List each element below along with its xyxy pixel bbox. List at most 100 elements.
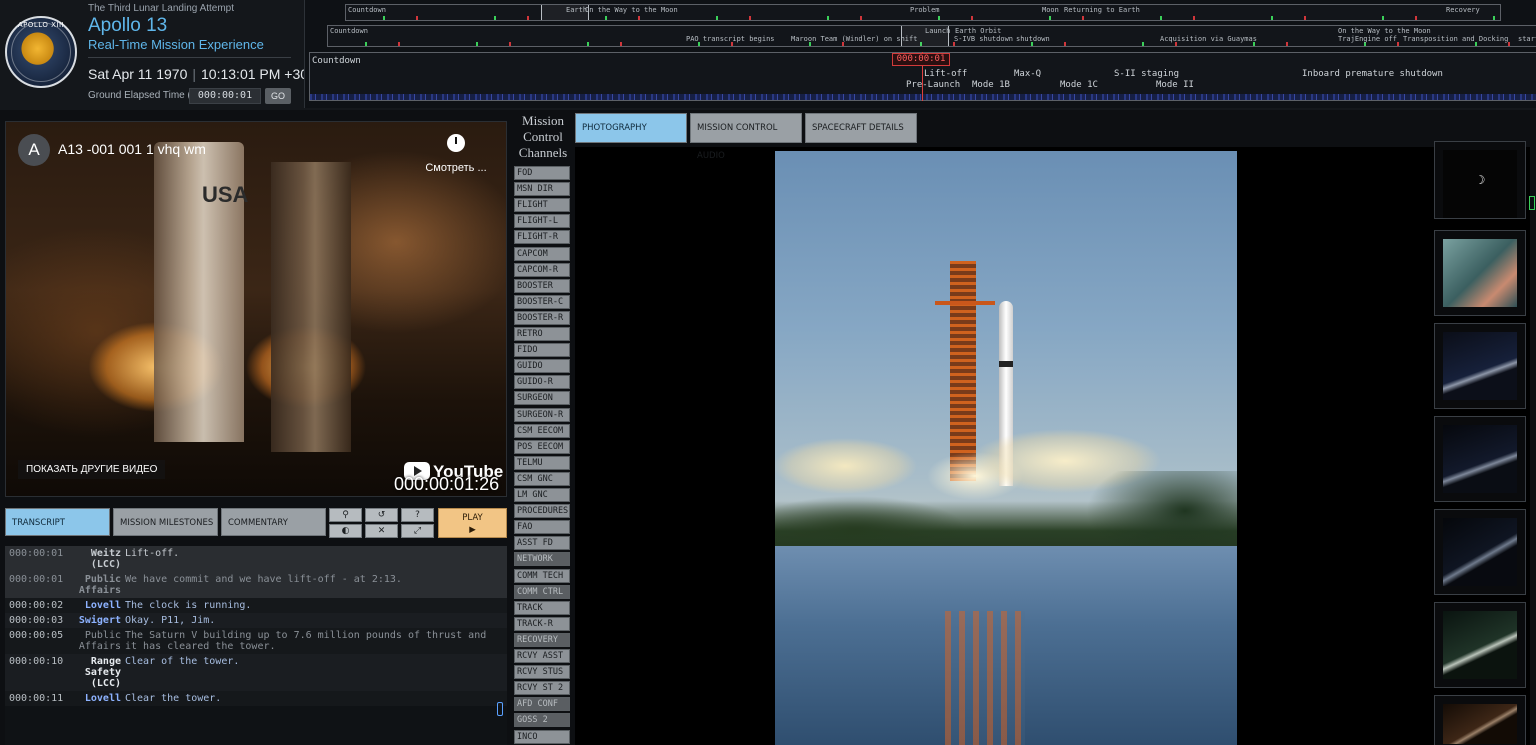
transcript-row[interactable]: 000:00:10 Range Safety (LCC) Clear of th… <box>5 654 507 691</box>
channel-button[interactable]: TRACK-R <box>514 616 570 631</box>
event-label[interactable]: On the Way to the Moon <box>1338 27 1431 35</box>
channel-button[interactable]: AFD CONF <box>514 697 570 712</box>
more-videos-button[interactable]: ПОКАЗАТЬ ДРУГИЕ ВИДЕО <box>18 460 166 479</box>
channel-button[interactable]: RECOVERY <box>514 632 570 647</box>
phase-label[interactable]: Countdown <box>348 6 386 14</box>
fullscreen-icon[interactable]: ⤢ <box>401 524 434 538</box>
photo-thumbnail[interactable] <box>1434 416 1526 502</box>
channel-button[interactable]: RCVY STUS <box>514 665 570 680</box>
phase-label[interactable]: Recovery <box>1446 6 1480 14</box>
transcript-row[interactable]: 000:00:02 Lovell The clock is running. <box>5 598 507 613</box>
tab-commentary[interactable]: COMMENTARY <box>221 508 326 536</box>
channel-button[interactable]: GUIDO-R <box>514 375 570 390</box>
watch-later-button[interactable]: Смотреть ... <box>421 134 491 175</box>
timeline-phases[interactable]: Countdown Earth On the Way to the Moon P… <box>345 4 1501 21</box>
zoom-label[interactable]: S-II staging <box>1114 69 1179 79</box>
transcript-scroll-indicator[interactable] <box>497 702 503 716</box>
channel-button[interactable]: PROCEDURES <box>514 504 570 519</box>
phase-label[interactable]: Problem <box>910 6 940 14</box>
channel-button[interactable]: FOD <box>514 166 570 180</box>
channel-button[interactable]: COMM TECH <box>514 568 570 583</box>
zoom-label[interactable]: Lift-off <box>924 69 967 79</box>
channel-button[interactable]: FAO <box>514 520 570 535</box>
channel-button[interactable]: CAPCOM <box>514 246 570 261</box>
channel-button[interactable]: BOOSTER <box>514 278 570 293</box>
channel-button[interactable]: RCVY ST 2 <box>514 681 570 696</box>
channel-avatar[interactable]: A <box>18 134 50 166</box>
phase-label[interactable]: Earth <box>566 6 587 14</box>
transcript-row[interactable]: 000:00:11 Lovell Clear the tower. <box>5 691 507 706</box>
timeline-events[interactable]: Countdown PAO transcript begins Maroon T… <box>327 25 1536 47</box>
mute-icon[interactable]: ✕ <box>365 524 398 538</box>
photo-thumbnail[interactable] <box>1434 509 1526 595</box>
transcript-list[interactable]: 000:00:01 Weitz (LCC) Lift-off. 000:00:0… <box>5 546 507 745</box>
zoom-label[interactable]: Mode 1C <box>1060 80 1098 90</box>
tab-photography[interactable]: PHOTOGRAPHY <box>575 113 687 143</box>
video-title[interactable]: A13 -001 001 1 vhq wm <box>58 141 206 157</box>
channel-button[interactable]: COMM CTRL <box>514 584 570 599</box>
channel-button[interactable]: RCVY ASST <box>514 649 570 663</box>
transcript-row[interactable]: 000:00:03 Swigert Okay. P11, Jim. <box>5 613 507 628</box>
transcript-row[interactable]: 000:00:05 Public Affairs The Saturn V bu… <box>5 628 507 654</box>
event-label[interactable]: S-IVB shutdown <box>954 35 1013 43</box>
channel-button[interactable]: FLIGHT-R <box>514 230 570 245</box>
channel-button[interactable]: FIDO <box>514 343 570 358</box>
search-icon[interactable]: ⚲ <box>329 508 362 522</box>
channel-button[interactable]: FLIGHT-L <box>514 214 570 229</box>
photo-thumbnail[interactable] <box>1434 602 1526 688</box>
channel-button[interactable]: RETRO <box>514 327 570 341</box>
phase-label[interactable]: Moon <box>1042 6 1059 14</box>
channel-button[interactable]: GOSS 2 <box>514 713 570 728</box>
event-label[interactable]: Countdown <box>330 27 368 35</box>
video-player[interactable]: USA A A13 -001 001 1 vhq wm Смотреть ...… <box>5 121 507 497</box>
event-label[interactable]: start <box>1518 35 1536 43</box>
zoom-label[interactable]: Inboard premature shutdown <box>1302 69 1443 79</box>
event-label[interactable]: Maroon Team (Windler) on shift <box>791 35 917 43</box>
event-label[interactable]: PAO transcript begins <box>686 35 775 43</box>
photo-thumbnail[interactable] <box>1434 323 1526 409</box>
transcript-row[interactable]: 000:00:01 Weitz (LCC) Lift-off. <box>5 546 507 572</box>
zoom-label[interactable]: Countdown <box>312 56 361 66</box>
phase-label[interactable]: On the Way to the Moon <box>585 6 678 14</box>
tab-mission-control-audio[interactable]: MISSION CONTROL AUDIO <box>690 113 802 161</box>
channel-button[interactable]: SURGEON <box>514 391 570 406</box>
zoom-label[interactable]: Pre-Launch <box>906 80 960 90</box>
thumbnail-scroll-marker[interactable] <box>1529 196 1535 210</box>
history-icon[interactable]: ↺ <box>365 508 398 522</box>
channel-button[interactable]: ASST FD <box>514 536 570 551</box>
zoom-label[interactable]: Max-Q <box>1014 69 1041 79</box>
channel-button[interactable]: NETWORK <box>514 552 570 567</box>
channel-button[interactable]: MSN DIR <box>514 182 570 197</box>
photo-thumbnail[interactable] <box>1434 230 1526 316</box>
tab-transcript[interactable]: TRANSCRIPT <box>5 508 110 536</box>
event-label[interactable]: Earth Orbit <box>955 27 1001 35</box>
event-label[interactable]: Acquisition via Guaymas <box>1160 35 1257 43</box>
channel-button[interactable]: LM GNC <box>514 488 570 502</box>
channel-button[interactable]: CAPCOM-R <box>514 262 570 277</box>
play-button[interactable]: PLAY ▶ <box>438 508 507 538</box>
phase-label[interactable]: Returning to Earth <box>1064 6 1140 14</box>
channel-button[interactable]: TRACK <box>514 600 570 615</box>
channel-button[interactable]: INCO <box>514 729 570 744</box>
tab-spacecraft-details[interactable]: SPACECRAFT DETAILS <box>805 113 917 143</box>
event-label[interactable]: TrajEngine off <box>1338 35 1397 43</box>
go-button[interactable]: GO <box>265 88 291 104</box>
zoom-label[interactable]: Mode II <box>1156 80 1194 90</box>
photo-thumbnail[interactable] <box>1434 695 1526 745</box>
speed-gauge-icon[interactable]: ◐ <box>329 524 362 538</box>
channel-button[interactable]: FLIGHT <box>514 198 570 213</box>
get-input[interactable]: 000:00:01 <box>189 88 261 104</box>
channel-button[interactable]: GUIDO <box>514 359 570 374</box>
event-label[interactable]: Transposition and Docking <box>1403 35 1508 43</box>
photo-thumbnail[interactable]: ☽ <box>1434 141 1526 219</box>
event-label[interactable]: Launch <box>925 27 950 35</box>
channel-button[interactable]: TELMU <box>514 455 570 470</box>
event-label[interactable]: shutdown <box>1016 35 1050 43</box>
channel-button[interactable]: BOOSTER-C <box>514 294 570 309</box>
tab-mission-milestones[interactable]: MISSION MILESTONES <box>113 508 218 536</box>
transcript-row[interactable]: 000:00:01 Public Affairs We have commit … <box>5 572 507 598</box>
channel-button[interactable]: SURGEON-R <box>514 407 570 422</box>
channel-button[interactable]: POS EECOM <box>514 439 570 454</box>
channel-button[interactable]: BOOSTER-R <box>514 310 570 325</box>
help-icon[interactable]: ? <box>401 508 434 522</box>
